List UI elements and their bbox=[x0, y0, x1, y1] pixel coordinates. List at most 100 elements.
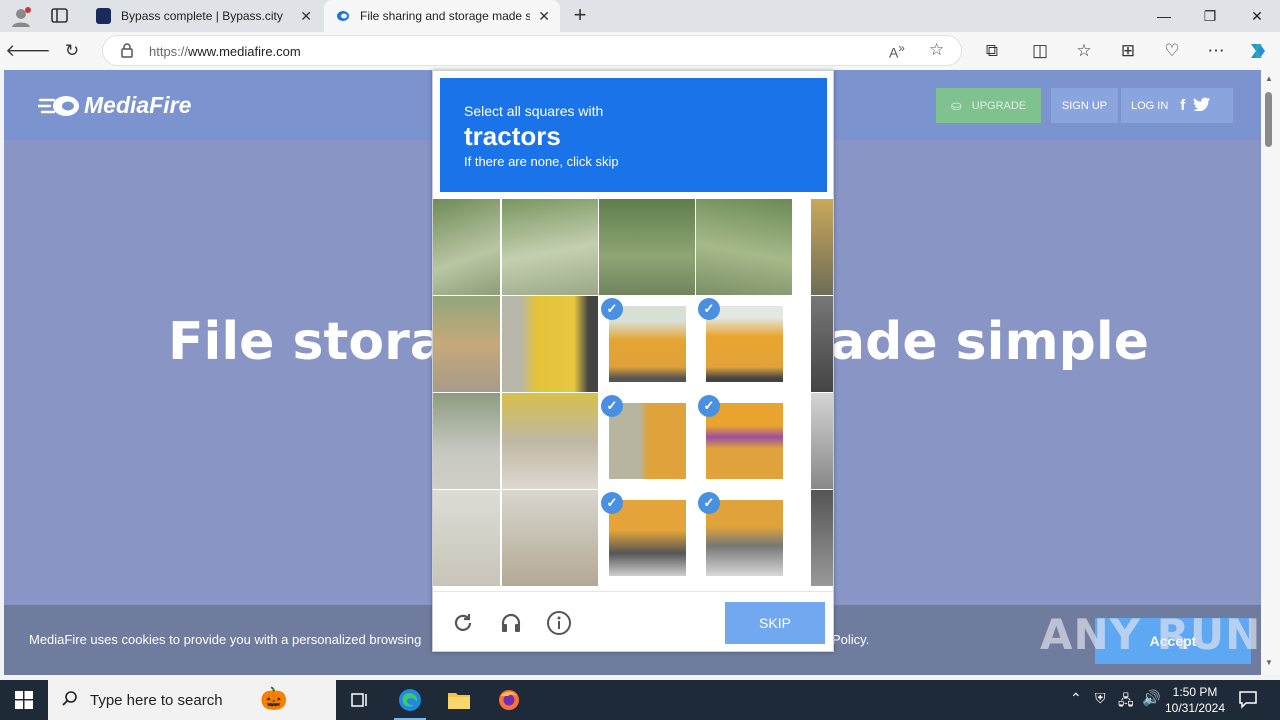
hero-text-right: ade simple bbox=[830, 312, 1149, 372]
captcha-target: tractors bbox=[464, 121, 561, 151]
captcha-tile-selected[interactable]: ✓ bbox=[696, 393, 792, 489]
refresh-icon[interactable]: ↻ bbox=[58, 37, 86, 65]
twitter-icon[interactable] bbox=[1193, 97, 1211, 114]
skip-button[interactable]: SKIP bbox=[725, 602, 825, 644]
captcha-tile-selected[interactable]: ✓ bbox=[599, 393, 695, 489]
audio-challenge-icon[interactable] bbox=[497, 609, 525, 637]
skip-label: SKIP bbox=[759, 615, 791, 631]
captcha-tile[interactable] bbox=[811, 296, 833, 392]
notifications-icon[interactable] bbox=[1238, 689, 1258, 709]
copilot-icon[interactable] bbox=[1244, 37, 1272, 65]
captcha-header: Select all squares with tractors If ther… bbox=[440, 78, 827, 192]
new-tab-button[interactable]: + bbox=[568, 2, 592, 30]
captcha-tile[interactable] bbox=[696, 199, 792, 295]
captcha-hint: If there are none, click skip bbox=[464, 154, 619, 169]
watermark-text: ANY RUN bbox=[1040, 610, 1262, 659]
address-bar[interactable]: https://www.mediafire.com A» ☆ bbox=[102, 35, 962, 66]
file-explorer-taskbar-icon[interactable] bbox=[435, 680, 483, 720]
captcha-tile[interactable] bbox=[811, 199, 833, 295]
anyrun-watermark: ANY RUN bbox=[1040, 610, 1261, 659]
network-icon[interactable]: 🖧 bbox=[1118, 690, 1134, 714]
back-icon[interactable]: 🡐 bbox=[5, 37, 51, 65]
tray-security-icon[interactable]: ⛨ bbox=[1095, 690, 1106, 707]
captcha-image-grid: ✓ ✓ ✓ ✓ ✓ ✓ bbox=[433, 199, 833, 587]
tab-title: Bypass complete | Bypass.city bbox=[121, 9, 283, 23]
favorite-star-icon[interactable]: ☆ bbox=[929, 40, 944, 60]
read-aloud-icon[interactable]: A» bbox=[889, 42, 905, 61]
signup-button[interactable]: SIGN UP bbox=[1051, 88, 1118, 123]
close-tab-icon[interactable]: ✕ bbox=[300, 8, 312, 25]
url-text: https://www.mediafire.com bbox=[149, 44, 301, 59]
captcha-tile[interactable] bbox=[502, 296, 598, 392]
close-tab-icon[interactable]: ✕ bbox=[538, 8, 550, 25]
captcha-challenge: Select all squares with tractors If ther… bbox=[432, 70, 834, 652]
minimize-button[interactable]: — bbox=[1141, 0, 1187, 32]
scroll-down-icon[interactable]: ▼ bbox=[1265, 658, 1273, 667]
reload-icon[interactable] bbox=[449, 609, 477, 637]
checkmark-icon: ✓ bbox=[601, 492, 623, 514]
tab-bypass[interactable]: Bypass complete | Bypass.city ✕ bbox=[86, 0, 322, 32]
captcha-tile-selected[interactable]: ✓ bbox=[599, 296, 695, 392]
captcha-footer: SKIP bbox=[433, 591, 833, 651]
split-screen-icon[interactable]: ◫ bbox=[1026, 37, 1054, 65]
page-scrollbar[interactable]: ▲ ▼ bbox=[1261, 70, 1280, 675]
mediafire-logo-icon bbox=[38, 95, 79, 116]
mediafire-logo[interactable]: MediaFire bbox=[38, 92, 191, 119]
volume-icon[interactable]: 🔊 bbox=[1142, 689, 1161, 707]
tab-actions-icon[interactable] bbox=[50, 7, 70, 25]
captcha-tile[interactable] bbox=[811, 490, 833, 586]
tray-chevron-icon[interactable]: ⌃ bbox=[1070, 690, 1082, 707]
captcha-tile[interactable] bbox=[502, 490, 598, 586]
scroll-thumb[interactable] bbox=[1265, 92, 1272, 147]
favorites-icon[interactable]: ☆ bbox=[1070, 37, 1098, 65]
tab-title: File sharing and storage made simple bbox=[360, 9, 531, 23]
task-view-button[interactable] bbox=[336, 680, 384, 720]
captcha-instruction: Select all squares with bbox=[464, 103, 604, 119]
captcha-tile[interactable] bbox=[433, 296, 500, 392]
login-button[interactable]: LOG IN f bbox=[1121, 88, 1233, 123]
login-label: LOG IN bbox=[1131, 99, 1169, 112]
firefox-taskbar-icon[interactable] bbox=[485, 680, 533, 720]
cookie-policy-text[interactable]: Policy. bbox=[832, 632, 869, 647]
cookie-text: MediaFire uses cookies to provide you wi… bbox=[29, 632, 422, 647]
checkmark-icon: ✓ bbox=[698, 395, 720, 417]
facebook-icon[interactable]: f bbox=[1180, 97, 1185, 114]
captcha-tile[interactable] bbox=[433, 490, 500, 586]
captcha-tile[interactable] bbox=[433, 393, 500, 489]
more-menu-icon[interactable]: ⋯ bbox=[1202, 37, 1230, 65]
bypass-favicon-icon bbox=[96, 8, 112, 24]
captcha-tile-selected[interactable]: ✓ bbox=[696, 296, 792, 392]
captcha-tile[interactable] bbox=[502, 199, 598, 295]
logo-text: MediaFire bbox=[84, 92, 192, 118]
clock-time: 1:50 PM bbox=[1172, 685, 1218, 699]
captcha-tile[interactable] bbox=[811, 393, 833, 489]
taskbar-clock[interactable]: 1:50 PM 10/31/2024 bbox=[1162, 684, 1228, 716]
tab-strip: Bypass complete | Bypass.city ✕ File sha… bbox=[0, 0, 1280, 32]
profile-icon[interactable] bbox=[10, 6, 32, 28]
captcha-tile-selected[interactable]: ✓ bbox=[696, 490, 792, 586]
mediafire-favicon-icon bbox=[334, 8, 350, 24]
scroll-up-icon[interactable]: ▲ bbox=[1265, 74, 1273, 83]
windows-logo-icon bbox=[15, 691, 33, 709]
extensions-icon[interactable]: ⧉ bbox=[978, 37, 1006, 65]
windows-taskbar: Type here to search 🎃 ⌃ ⛨ 🖧 🔊 1:50 PM 10… bbox=[0, 680, 1280, 720]
close-window-button[interactable]: ✕ bbox=[1234, 0, 1280, 32]
lock-icon[interactable] bbox=[121, 42, 133, 61]
captcha-tile[interactable] bbox=[433, 199, 500, 295]
collections-icon[interactable]: ⊞ bbox=[1114, 37, 1142, 65]
browser-essentials-icon[interactable]: ♡ bbox=[1158, 37, 1186, 65]
browser-toolbar: 🡐 ↻ https://www.mediafire.com A» ☆ ⧉ ◫ ☆… bbox=[0, 32, 1280, 70]
upgrade-icon: ⛀ bbox=[950, 97, 962, 113]
tab-mediafire[interactable]: File sharing and storage made simple ✕ bbox=[324, 0, 560, 32]
checkmark-icon: ✓ bbox=[698, 298, 720, 320]
start-button[interactable] bbox=[0, 680, 48, 720]
info-icon[interactable] bbox=[545, 609, 573, 637]
captcha-tile[interactable] bbox=[502, 393, 598, 489]
taskbar-search[interactable]: Type here to search 🎃 bbox=[48, 680, 336, 720]
captcha-tile-selected[interactable]: ✓ bbox=[599, 490, 695, 586]
restore-button[interactable]: ❐ bbox=[1187, 0, 1233, 32]
captcha-tile[interactable] bbox=[599, 199, 695, 295]
edge-taskbar-icon[interactable] bbox=[386, 680, 434, 720]
upgrade-button[interactable]: ⛀ UPGRADE bbox=[936, 88, 1041, 123]
checkmark-icon: ✓ bbox=[601, 298, 623, 320]
